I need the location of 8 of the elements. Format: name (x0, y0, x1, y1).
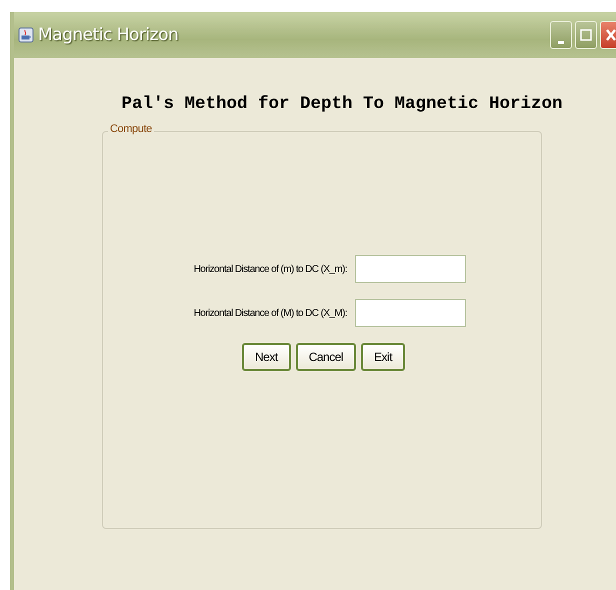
group-title: Compute (108, 123, 154, 135)
field-label: Horizontal Distance of (m) to DC (X_m): (192, 264, 347, 274)
form-heading: Pal's Method for Depth To Magnetic Horizon (120, 94, 564, 114)
dialog-button[interactable]: Next (242, 343, 291, 371)
window-title: Magnetic Horizon (38, 25, 178, 45)
field-label: Horizontal Distance of (M) to DC (X_M): (192, 308, 347, 318)
dialog-button[interactable]: Exit (361, 343, 406, 371)
dialog-button[interactable]: Cancel (296, 343, 356, 371)
